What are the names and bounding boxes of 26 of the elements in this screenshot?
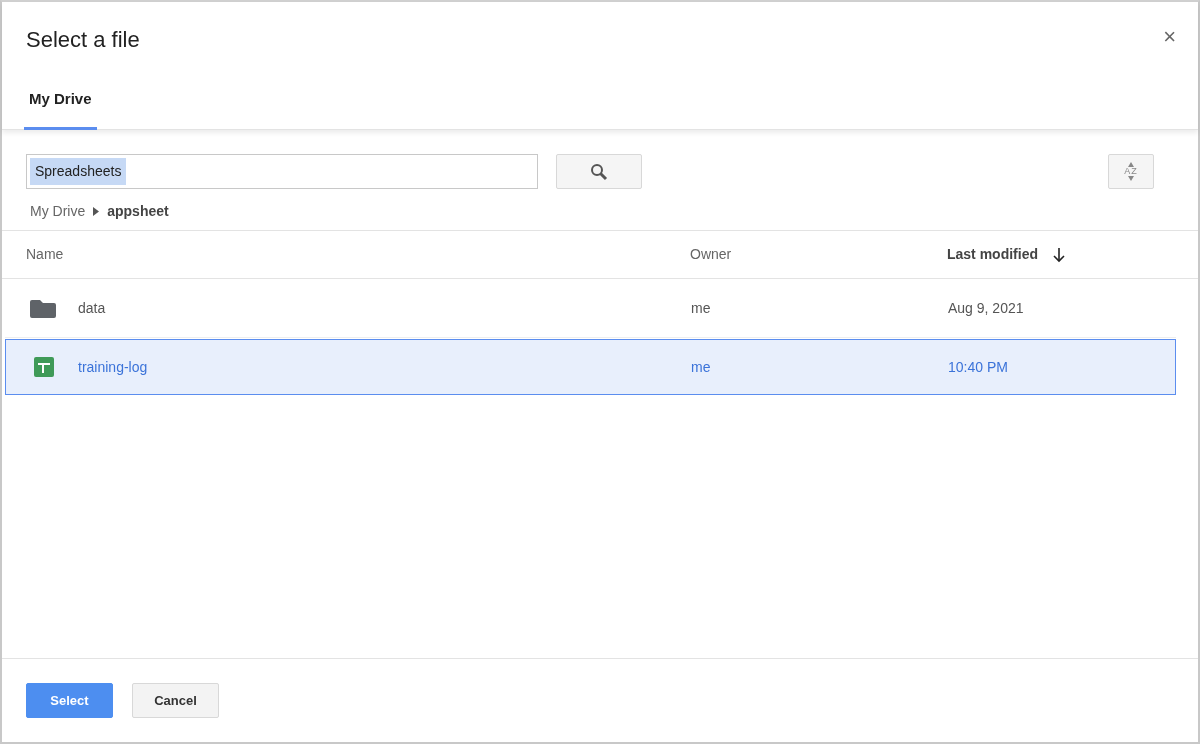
up-triangle-icon [1128, 162, 1134, 167]
file-name: data [78, 298, 106, 318]
search-icon [590, 162, 608, 181]
search-field[interactable]: Spreadsheets [26, 154, 538, 189]
column-header[interactable]: Name [26, 244, 64, 265]
file-row[interactable]: training-log me 10:40 PM [5, 339, 1176, 395]
file-name: training-log [78, 357, 148, 377]
close-button[interactable]: × [1161, 24, 1178, 50]
down-triangle-icon [1128, 176, 1134, 181]
breadcrumb-link[interactable]: My Drive [30, 201, 86, 222]
owner: me [691, 358, 711, 375]
cancel-button[interactable]: Cancel [132, 683, 219, 718]
folder-icon [30, 298, 56, 318]
sort-button[interactable]: AZ [1108, 154, 1154, 189]
file-row[interactable]: data me Aug 9, 2021 [5, 280, 1176, 336]
column-header[interactable]: Last modified [947, 244, 1038, 265]
select-button[interactable]: Select [26, 683, 113, 718]
modified-date: 10:40 PM [948, 357, 1008, 377]
breadcrumb-current: appsheet [107, 202, 169, 221]
owner: me [691, 299, 711, 316]
tab[interactable]: My Drive [24, 80, 97, 130]
search-button[interactable] [556, 154, 642, 189]
caret-icon [93, 207, 100, 216]
column-header[interactable]: Owner [690, 246, 732, 262]
dialog-title: Select a file [26, 26, 140, 54]
modified-date: Aug 9, 2021 [948, 298, 1024, 318]
